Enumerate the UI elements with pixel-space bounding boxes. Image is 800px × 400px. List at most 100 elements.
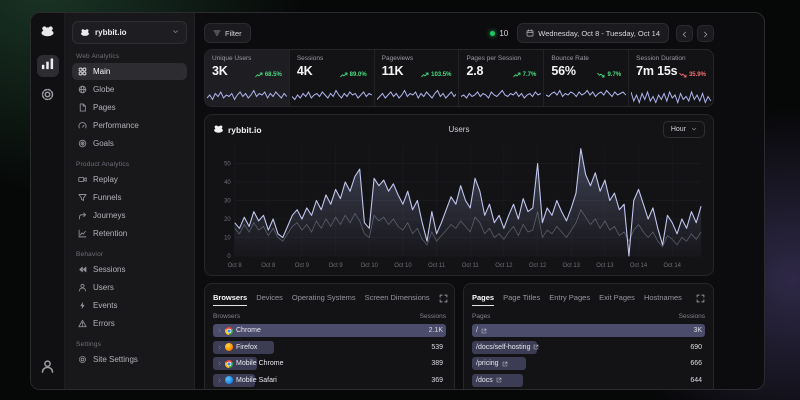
- sidebar-item-sessions[interactable]: Sessions: [72, 261, 187, 278]
- stat-card-session-duration[interactable]: Session Duration7m 15s35.9%: [629, 50, 713, 106]
- sidebar-item-performance[interactable]: Performance: [72, 117, 187, 134]
- sidebar-item-pages[interactable]: Pages: [72, 99, 187, 116]
- tab-page-titles[interactable]: Page Titles: [503, 293, 540, 306]
- sidebar-section-label: Web Analytics: [76, 53, 183, 60]
- external-link-icon[interactable]: [481, 328, 487, 334]
- chevron-right-icon[interactable]: [217, 345, 222, 350]
- stat-value: 7m 15s: [636, 64, 677, 78]
- svg-text:Oct 14: Oct 14: [664, 263, 682, 269]
- external-link-icon[interactable]: [502, 361, 508, 367]
- tab-operating-systems[interactable]: Operating Systems: [292, 293, 356, 306]
- chevron-right-icon[interactable]: [217, 328, 222, 333]
- tab-hostnames[interactable]: Hostnames: [644, 293, 682, 306]
- row-label: /docs: [476, 377, 493, 384]
- rybbit-logo-icon: [213, 123, 224, 136]
- chevron-right-icon[interactable]: [217, 361, 222, 366]
- stat-value: 56%: [551, 64, 575, 78]
- svg-text:Oct 8: Oct 8: [261, 263, 276, 269]
- tab-entry-pages[interactable]: Entry Pages: [549, 293, 590, 306]
- expand-panel-button[interactable]: [696, 290, 705, 308]
- rail-account-button[interactable]: [37, 358, 59, 380]
- row-label: Firefox: [236, 344, 257, 351]
- sidebar-item-globe[interactable]: Globe: [72, 81, 187, 98]
- stat-card-pages-per-session[interactable]: Pages per Session2.87.7%: [459, 50, 544, 106]
- row-sessions-value: 3K: [693, 324, 702, 337]
- row-content: Mobile Chrome: [217, 357, 283, 370]
- session-share-bar: [472, 324, 705, 337]
- sidebar-item-journeys[interactable]: Journeys: [72, 207, 187, 224]
- browser-row-mobile-safari[interactable]: Mobile Safari369: [213, 374, 446, 387]
- stat-card-bounce-rate[interactable]: Bounce Rate56%9.7%: [544, 50, 629, 106]
- chart-header: rybbit.io Users Hour: [213, 120, 705, 139]
- prev-period-button[interactable]: [676, 25, 693, 42]
- external-link-icon[interactable]: [533, 344, 539, 350]
- svg-text:Oct 9: Oct 9: [329, 263, 344, 269]
- sidebar-item-goals[interactable]: Goals: [72, 135, 187, 152]
- chevron-right-icon[interactable]: [217, 378, 222, 383]
- browser-row-mobile-chrome[interactable]: Mobile Chrome389: [213, 357, 446, 370]
- sidebar-item-label: Replay: [93, 175, 118, 184]
- date-range-button[interactable]: Wednesday, Oct 8 - Tuesday, Oct 14: [517, 23, 669, 43]
- row-content: /docs: [476, 374, 502, 387]
- external-link-icon[interactable]: [496, 377, 502, 383]
- rybbit-logo-icon[interactable]: [37, 22, 59, 44]
- row-content: Firefox: [217, 341, 257, 354]
- browser-row-chrome[interactable]: Chrome2.1K: [213, 324, 446, 337]
- svg-text:Oct 10: Oct 10: [394, 263, 412, 269]
- pages-panel: Pages Page Titles Entry Pages Exit Pages Hos…: [463, 283, 714, 389]
- stat-change-value: 68.5%: [265, 72, 282, 78]
- zap-icon: [78, 301, 87, 310]
- tab-devices[interactable]: Devices: [256, 293, 283, 306]
- sidebar-item-replay[interactable]: Replay: [72, 171, 187, 188]
- tab-exit-pages[interactable]: Exit Pages: [599, 293, 635, 306]
- stat-sparkline: [631, 86, 711, 106]
- sidebar-item-main[interactable]: Main: [72, 63, 187, 80]
- left-rail: [31, 13, 65, 389]
- chart-site-name: rybbit.io: [228, 125, 262, 135]
- filter-button[interactable]: Filter: [204, 23, 251, 43]
- svg-text:20: 20: [224, 217, 231, 223]
- site-selector[interactable]: rybbit.io: [72, 21, 187, 44]
- chevron-down-icon: [172, 28, 179, 37]
- firefox-favicon-icon: [225, 343, 233, 351]
- expand-panel-button[interactable]: [439, 290, 448, 308]
- column-header-right: Sessions: [679, 313, 705, 320]
- sidebar-item-site-settings[interactable]: Site Settings: [72, 351, 187, 368]
- live-visitors-indicator: 10: [490, 29, 508, 38]
- sidebar-item-events[interactable]: Events: [72, 297, 187, 314]
- svg-text:Oct 11: Oct 11: [462, 263, 480, 269]
- sidebar-item-label: Users: [93, 283, 114, 292]
- sidebar-item-retention[interactable]: Retention: [72, 225, 187, 242]
- live-visitor-count: 10: [499, 29, 508, 38]
- users-chart-panel: rybbit.io Users Hour 01020304050Oct 8Oct…: [204, 114, 714, 276]
- tab-browsers[interactable]: Browsers: [213, 293, 247, 306]
- stat-sparkline: [207, 86, 287, 106]
- sidebar-item-label: Site Settings: [93, 355, 138, 364]
- rail-settings-button[interactable]: [37, 86, 59, 108]
- page-row--docs[interactable]: /docs644: [472, 374, 705, 387]
- sidebar-item-users[interactable]: Users: [72, 279, 187, 296]
- stat-change-value: 103.5%: [431, 72, 451, 78]
- stat-card-unique-users[interactable]: Unique Users3K68.5%: [205, 50, 290, 106]
- date-range-label: Wednesday, Oct 8 - Tuesday, Oct 14: [538, 29, 660, 38]
- topbar: Filter 10 Wednesday, Oct 8 - Tuesday, Oc…: [204, 21, 714, 45]
- sidebar-item-errors[interactable]: Errors: [72, 315, 187, 332]
- svg-text:30: 30: [224, 198, 231, 204]
- tab-screen-dimensions[interactable]: Screen Dimensions: [365, 293, 430, 306]
- interval-dropdown[interactable]: Hour: [663, 121, 705, 138]
- sidebar-item-funnels[interactable]: Funnels: [72, 189, 187, 206]
- live-dot-icon: [490, 31, 495, 36]
- browser-row-firefox[interactable]: Firefox539: [213, 341, 446, 354]
- page-row--[interactable]: /3K: [472, 324, 705, 337]
- stat-value: 2.8: [466, 64, 483, 78]
- rail-analytics-button[interactable]: [37, 55, 59, 77]
- svg-text:Oct 14: Oct 14: [630, 263, 648, 269]
- next-period-button[interactable]: [697, 25, 714, 42]
- sidebar-item-label: Performance: [93, 121, 139, 130]
- tab-pages[interactable]: Pages: [472, 293, 494, 306]
- stat-card-pageviews[interactable]: Pageviews11K103.5%: [375, 50, 460, 106]
- page-row--docs-self-hosting[interactable]: /docs/self-hosting690: [472, 341, 705, 354]
- page-row--pricing[interactable]: /pricing666: [472, 357, 705, 370]
- dashboard-icon: [78, 67, 87, 76]
- stat-card-sessions[interactable]: Sessions4K89.0%: [290, 50, 375, 106]
